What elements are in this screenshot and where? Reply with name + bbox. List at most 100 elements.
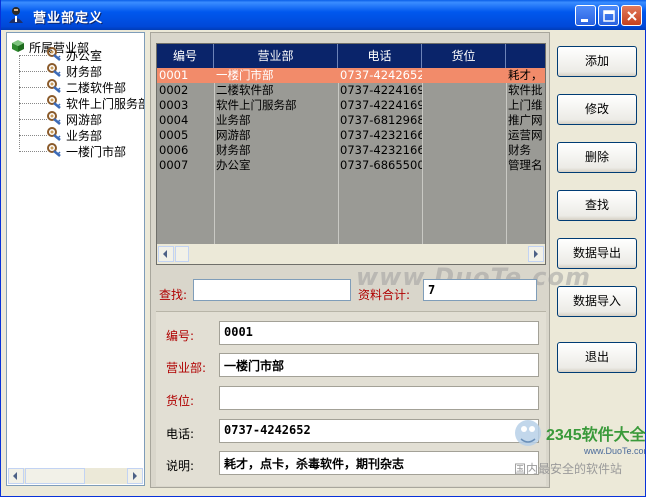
tree-connector bbox=[19, 70, 47, 72]
search-label: 查找: bbox=[159, 288, 188, 302]
tree-item[interactable]: 二楼软件部 bbox=[19, 78, 127, 95]
grid-horizontal-scrollbar[interactable] bbox=[157, 244, 545, 264]
maximize-button[interactable] bbox=[598, 5, 619, 26]
total-count-field: 7 bbox=[423, 279, 537, 301]
tree-item-label: 软件上门服务部 bbox=[66, 96, 145, 111]
tree-item-label: 业务部 bbox=[66, 128, 103, 143]
close-button[interactable] bbox=[621, 5, 642, 26]
site-logo: 2345软件大全 www.DuoTe.com 国内最安全的软件站 bbox=[506, 393, 646, 477]
table-row[interactable]: 0006 财务部 0737-4232166 财务 bbox=[157, 143, 545, 158]
tree-item[interactable]: 软件上门服务部 bbox=[19, 94, 145, 111]
cell-dept: 业务部 bbox=[216, 113, 251, 127]
tree-connector bbox=[19, 150, 47, 152]
table-row[interactable]: 0004 业务部 0737-6812968 推广网 bbox=[157, 113, 545, 128]
tree-connector bbox=[19, 86, 47, 88]
department-tree[interactable]: 所属营业部 办公室 财务部 二楼软件部 软件上门服务部 网游部 业务部 一楼门市部 bbox=[6, 32, 145, 486]
cell-dept: 办公室 bbox=[216, 158, 251, 172]
cell-code: 0005 bbox=[159, 128, 189, 142]
code-field[interactable]: 0001 bbox=[219, 321, 539, 345]
scroll-thumb[interactable] bbox=[25, 468, 85, 484]
tree-item[interactable]: 一楼门市部 bbox=[19, 142, 127, 160]
cell-desc: 推广网 bbox=[508, 113, 543, 127]
title-bar[interactable]: 营业部定义 bbox=[1, 0, 646, 30]
cell-slot bbox=[422, 98, 506, 113]
scroll-left-button[interactable] bbox=[8, 468, 24, 484]
cell-slot bbox=[422, 68, 506, 83]
cell-code: 0006 bbox=[159, 143, 189, 157]
tree-horizontal-scrollbar[interactable] bbox=[8, 468, 143, 484]
logo-url: www.DuoTe.com bbox=[583, 446, 646, 456]
cell-dept: 软件上门服务部 bbox=[216, 98, 297, 112]
tree-item[interactable]: 办公室 bbox=[19, 46, 103, 64]
delete-button[interactable]: 删除 bbox=[557, 142, 637, 173]
cell-dept: 网游部 bbox=[216, 128, 251, 142]
logo-brand: 2345软件大全 bbox=[546, 425, 646, 444]
main-window: 营业部定义 所属营业部 办公室 财务部 二楼软件部 软件上门服务部 网游部 业务… bbox=[0, 0, 646, 497]
user-icon bbox=[7, 6, 25, 24]
export-button[interactable]: 数据导出 bbox=[557, 238, 637, 269]
cell-code: 0002 bbox=[159, 83, 189, 97]
cell-phone: 0737-4224169 bbox=[340, 98, 422, 112]
edit-button[interactable]: 修改 bbox=[557, 94, 637, 125]
key-icon bbox=[47, 142, 63, 160]
cell-phone: 0737-6812968 bbox=[340, 113, 422, 127]
dept-label: 营业部: bbox=[166, 361, 207, 375]
cell-desc: 管理名 bbox=[508, 158, 543, 172]
column-header-code[interactable]: 编号 bbox=[157, 44, 214, 68]
find-button[interactable]: 查找 bbox=[557, 190, 637, 221]
add-button[interactable]: 添加 bbox=[557, 46, 637, 77]
desc-field[interactable]: 耗才，点卡，杀毒软件，期刊杂志 bbox=[219, 451, 539, 475]
cell-code: 0007 bbox=[159, 158, 189, 172]
table-row[interactable]: 0001 一楼门市部 0737-4242652 耗才， bbox=[157, 68, 545, 83]
table-row[interactable]: 0005 网游部 0737-4232166 运营网 bbox=[157, 128, 545, 143]
table-row[interactable]: 0007 办公室 0737-6865500 管理名 bbox=[157, 158, 545, 173]
cell-phone: 0737-6865500 bbox=[340, 158, 422, 172]
cell-slot bbox=[422, 158, 506, 173]
cell-code: 0001 bbox=[159, 68, 189, 82]
dept-field[interactable]: 一楼门市部 bbox=[219, 353, 539, 377]
key-icon bbox=[47, 126, 63, 144]
grid-header: 编号 营业部 电话 货位 bbox=[157, 44, 545, 68]
minimize-button[interactable] bbox=[575, 5, 596, 26]
cell-slot bbox=[422, 83, 506, 98]
tree-item[interactable]: 财务部 bbox=[19, 62, 102, 80]
import-button[interactable]: 数据导入 bbox=[557, 286, 637, 317]
table-row[interactable]: 0003 软件上门服务部 0737-4224169 上门维 bbox=[157, 98, 545, 113]
phone-field[interactable]: 0737-4242652 bbox=[219, 419, 539, 443]
cell-desc: 财务 bbox=[508, 143, 531, 157]
column-header-slot[interactable]: 货位 bbox=[422, 44, 506, 68]
table-row[interactable]: 0002 二楼软件部 0737-4224169 软件批 bbox=[157, 83, 545, 98]
key-icon bbox=[47, 62, 63, 80]
column-header-dept[interactable]: 营业部 bbox=[214, 44, 338, 68]
slot-field[interactable] bbox=[219, 386, 539, 410]
key-icon bbox=[47, 46, 63, 64]
cell-desc: 耗才， bbox=[508, 68, 543, 82]
tree-connector bbox=[19, 118, 47, 120]
scroll-right-button[interactable] bbox=[528, 246, 544, 262]
tree-item[interactable]: 业务部 bbox=[19, 126, 103, 144]
column-header-phone[interactable]: 电话 bbox=[338, 44, 422, 68]
cell-slot bbox=[422, 128, 506, 143]
cell-phone: 0737-4224169 bbox=[340, 83, 422, 97]
scroll-right-button[interactable] bbox=[127, 468, 143, 484]
search-input[interactable] bbox=[193, 279, 351, 301]
detail-panel: 编号 营业部 电话 货位 0001 一楼门市部 0737-4242652 耗才， 000… bbox=[150, 32, 590, 488]
exit-button[interactable]: 退出 bbox=[557, 342, 637, 373]
cell-slot bbox=[422, 143, 506, 158]
scroll-left-button[interactable] bbox=[158, 246, 174, 262]
key-icon bbox=[47, 110, 63, 128]
column-header-desc[interactable] bbox=[506, 44, 545, 68]
tree-item-label: 一楼门市部 bbox=[66, 144, 127, 159]
tree-connector bbox=[19, 102, 47, 104]
tree-item-label: 网游部 bbox=[66, 112, 103, 127]
window-title: 营业部定义 bbox=[33, 11, 104, 26]
slot-label: 货位: bbox=[166, 394, 195, 408]
cell-code: 0003 bbox=[159, 98, 189, 112]
tree-item[interactable]: 网游部 bbox=[19, 110, 103, 128]
tree-item-label: 二楼软件部 bbox=[66, 80, 127, 95]
scroll-thumb[interactable] bbox=[175, 246, 189, 262]
department-grid[interactable]: 编号 营业部 电话 货位 0001 一楼门市部 0737-4242652 耗才， 000… bbox=[156, 43, 546, 265]
tree-item-label: 办公室 bbox=[66, 48, 103, 63]
tree-connector bbox=[19, 54, 47, 56]
phone-label: 电话: bbox=[166, 427, 195, 441]
